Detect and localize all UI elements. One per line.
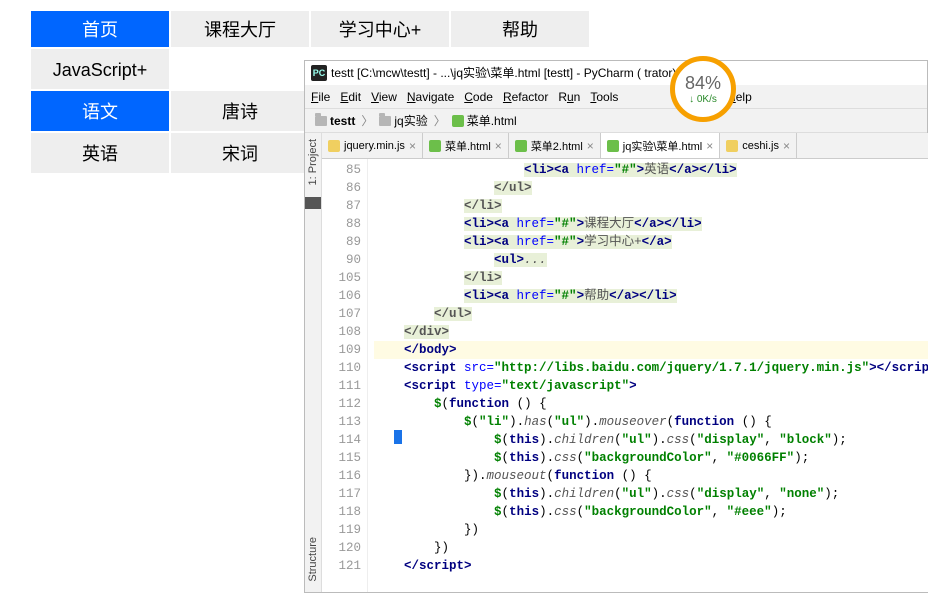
project-icon bbox=[305, 197, 321, 209]
folder-icon bbox=[315, 116, 327, 126]
html-icon bbox=[452, 115, 464, 127]
code-lines[interactable]: <li><a href="#">英语</a></li> </ul> </li> … bbox=[368, 159, 928, 592]
editor-tabs: jquery.min.js× 菜单.html× 菜单2.html× jq实验\菜… bbox=[322, 133, 928, 159]
caret-mark bbox=[394, 430, 402, 444]
menu-edit[interactable]: Edit bbox=[340, 85, 361, 108]
menu-tools[interactable]: Tools bbox=[590, 85, 618, 108]
submenu-tangshi[interactable]: 唐诗 bbox=[170, 90, 310, 132]
close-icon[interactable]: × bbox=[409, 139, 416, 153]
gutter: 8586878889901051061071081091101111121131… bbox=[322, 159, 368, 592]
nav-study-center[interactable]: 学习中心+ bbox=[310, 10, 450, 48]
sidebar-project-tab[interactable]: 1: Project bbox=[305, 133, 321, 191]
submenu-yuwen[interactable]: 语文 bbox=[30, 90, 170, 132]
gauge-pct: 84% bbox=[685, 73, 721, 94]
html-icon bbox=[429, 140, 441, 152]
menu-file[interactable]: File bbox=[311, 85, 330, 108]
code-editor[interactable]: 8586878889901051061071081091101111121131… bbox=[322, 159, 928, 592]
submenu-songci[interactable]: 宋词 bbox=[170, 132, 310, 174]
folder-icon bbox=[379, 116, 391, 126]
nav-home[interactable]: 首页 bbox=[30, 10, 170, 48]
html-icon bbox=[515, 140, 527, 152]
sidebar-structure-tab[interactable]: Structure bbox=[305, 531, 321, 588]
gauge-rate: ↓ 0K/s bbox=[689, 94, 717, 105]
tab-jqmenu[interactable]: jq实验\菜单.html× bbox=[601, 133, 720, 158]
js-icon bbox=[328, 140, 340, 152]
top-nav: 首页 课程大厅 学习中心+ 帮助 bbox=[30, 10, 590, 48]
tab-ceshi[interactable]: ceshi.js× bbox=[720, 133, 797, 158]
crumb-root[interactable]: testt bbox=[311, 109, 359, 133]
sub-menu: JavaScript+ 语文 唐诗 英语 宋词 bbox=[30, 48, 310, 174]
tab-jquery[interactable]: jquery.min.js× bbox=[322, 133, 423, 158]
ide-window: PC testt [C:\mcw\testt] - ...\jq实验\菜单.ht… bbox=[304, 60, 928, 593]
crumb-file[interactable]: 菜单.html bbox=[448, 109, 521, 133]
crumb-folder[interactable]: jq实验 bbox=[375, 109, 431, 133]
menu-view[interactable]: View bbox=[371, 85, 397, 108]
ide-title-text: testt [C:\mcw\testt] - ...\jq实验\菜单.html … bbox=[331, 61, 676, 85]
tab-menu2[interactable]: 菜单2.html× bbox=[509, 133, 601, 158]
close-icon[interactable]: × bbox=[706, 139, 713, 153]
html-icon bbox=[607, 140, 619, 152]
ide-menubar: File Edit View Navigate Code Refactor Ru… bbox=[305, 85, 927, 109]
close-icon[interactable]: × bbox=[783, 139, 790, 153]
menu-navigate[interactable]: Navigate bbox=[407, 85, 454, 108]
close-icon[interactable]: × bbox=[495, 139, 502, 153]
menu-run[interactable]: Run bbox=[558, 85, 580, 108]
menu-refactor[interactable]: Refactor bbox=[503, 85, 548, 108]
tab-menu[interactable]: 菜单.html× bbox=[423, 133, 509, 158]
editor-zone: jquery.min.js× 菜单.html× 菜单2.html× jq实验\菜… bbox=[322, 133, 928, 592]
breadcrumb: testt 〉 jq实验 〉 菜单.html bbox=[305, 109, 927, 133]
submenu-english[interactable]: 英语 bbox=[30, 132, 170, 174]
nav-help[interactable]: 帮助 bbox=[450, 10, 590, 48]
nav-course-hall[interactable]: 课程大厅 bbox=[170, 10, 310, 48]
close-icon[interactable]: × bbox=[587, 139, 594, 153]
pycharm-icon: PC bbox=[311, 65, 327, 81]
menu-code[interactable]: Code bbox=[464, 85, 493, 108]
sidebar-left: 1: Project Structure bbox=[305, 133, 322, 592]
net-gauge: 84% ↓ 0K/s bbox=[670, 56, 736, 122]
ide-titlebar: PC testt [C:\mcw\testt] - ...\jq实验\菜单.ht… bbox=[305, 61, 927, 85]
js-icon bbox=[726, 140, 738, 152]
submenu-javascript[interactable]: JavaScript+ bbox=[30, 48, 170, 90]
